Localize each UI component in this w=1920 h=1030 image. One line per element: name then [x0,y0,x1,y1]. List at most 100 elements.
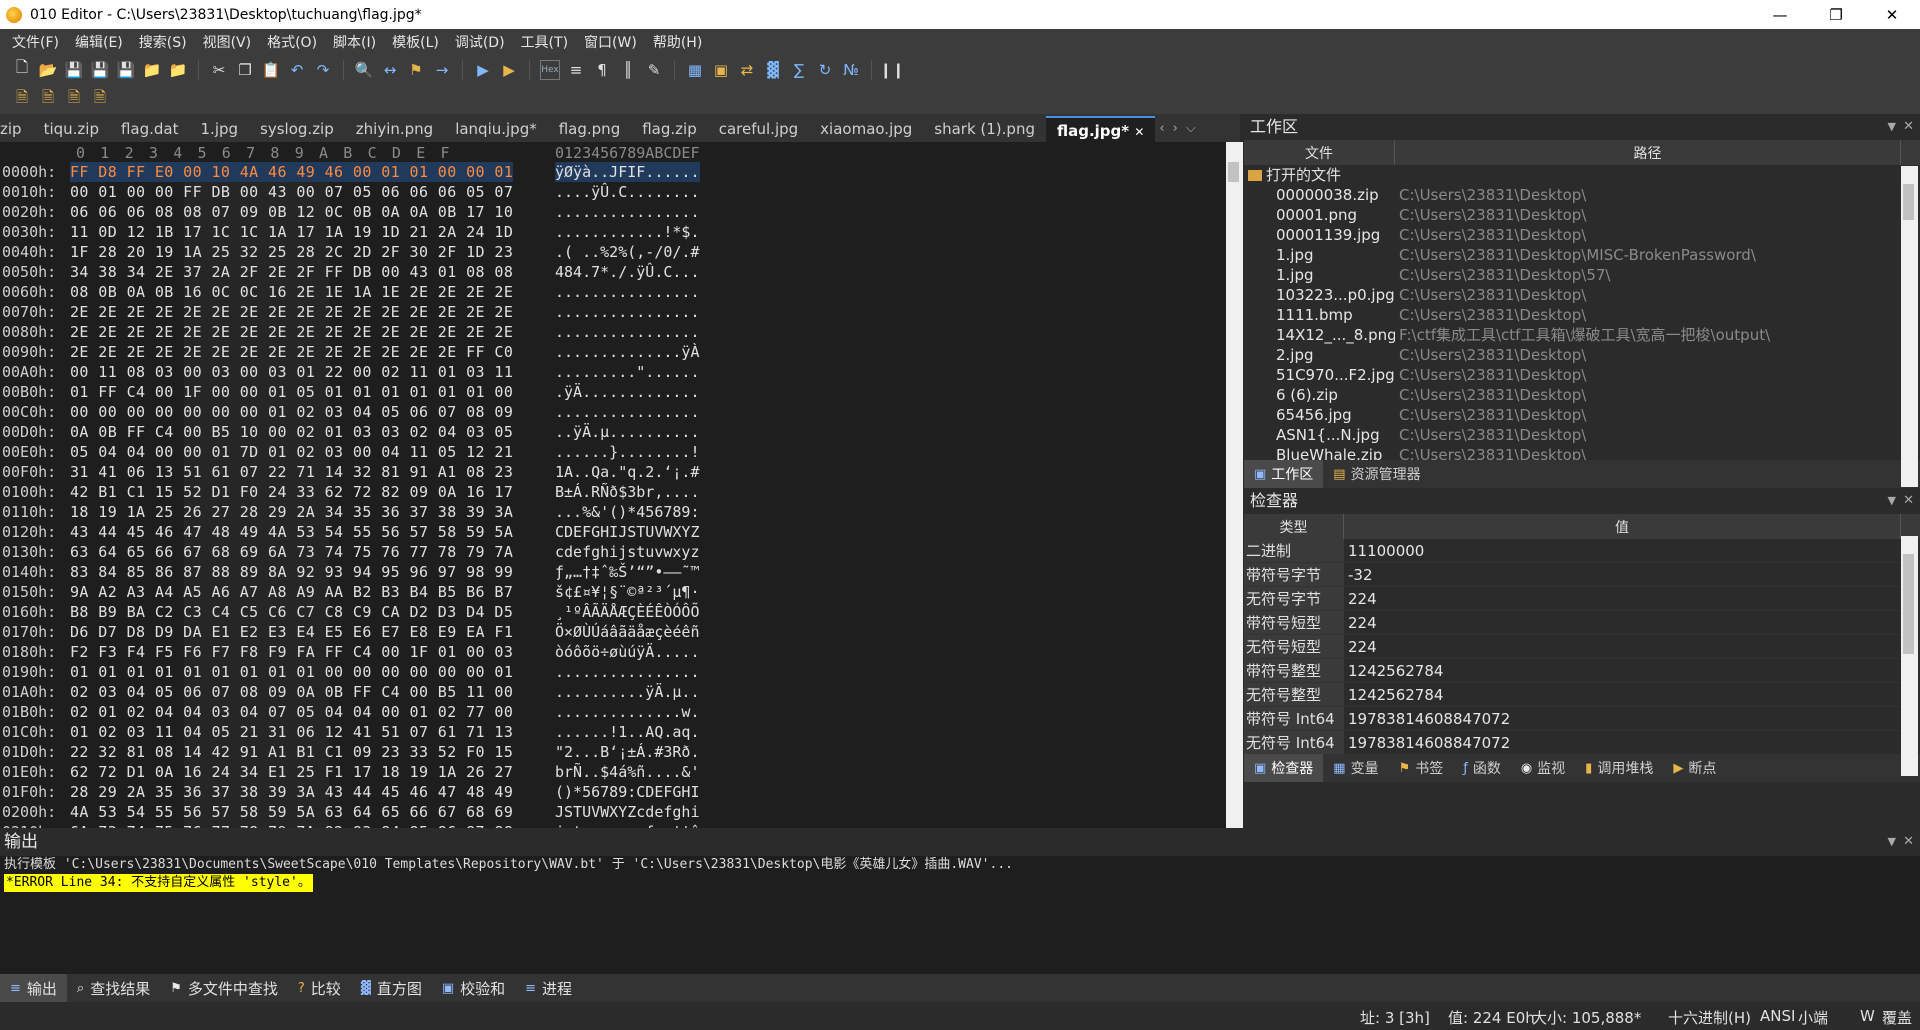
status-mode[interactable]: 十六进制(H) [1668,1007,1751,1028]
hex-ascii[interactable]: 484.7*./.ÿÛ.C... [555,262,700,282]
tab-checksum[interactable]: ▣ 校验和 [432,974,515,1002]
inspector-value[interactable]: 1242562784 [1344,659,1443,682]
hex-bytes[interactable]: 02 03 04 05 06 07 08 09 0A 0B FF C4 00 B… [70,682,513,702]
menu-tools[interactable]: 工具(T) [513,32,576,52]
hex-bytes[interactable]: 01 02 03 11 04 05 21 31 06 12 41 51 07 6… [70,722,513,742]
minimize-icon[interactable]: — [1752,0,1808,29]
inspector-row[interactable]: 带符号 Int64 19783814608847072 [1244,707,1920,731]
hex-bytes[interactable]: B8 B9 BA C2 C3 C4 C5 C6 C7 C8 C9 CA D2 D… [70,602,513,622]
template-icon[interactable]: 🗎 [64,88,84,109]
hex-mode-icon[interactable]: Hex [540,59,560,80]
hex-bytes[interactable]: 2E 2E 2E 2E 2E 2E 2E 2E 2E 2E 2E 2E 2E 2… [70,342,513,362]
workspace-file-item[interactable]: 65456.jpg C:\Users\23831\Desktop\ [1244,405,1920,425]
workspace-file-item[interactable]: 1.jpg C:\Users\23831\Desktop\MISC-BrokenP… [1244,245,1920,265]
workspace-file-item[interactable]: 103223...p0.jpg C:\Users\23831\Desktop\ [1244,285,1920,305]
hex-bytes[interactable]: 62 72 D1 0A 16 24 34 E1 25 F1 17 18 19 1… [70,762,513,782]
script-edit-icon[interactable]: 🗎 [38,88,58,109]
panel-close-icon[interactable]: ✕ [1903,828,1914,856]
panel-menu-icon[interactable]: ▼ [1888,488,1896,514]
tab-process[interactable]: ≡ 进程 [515,974,582,1002]
hex-ascii[interactable]: ()*56789:CDEFGHI [555,782,700,802]
hex-bytes[interactable]: 00 00 00 00 00 00 00 01 02 03 04 05 06 0… [70,402,513,422]
inspector-value[interactable]: 11100000 [1344,539,1424,562]
hex-bytes[interactable]: 34 38 34 2E 37 2A 2F 2E 2F FF DB 00 43 0… [70,262,513,282]
save-all-icon[interactable]: 💾 [116,60,136,80]
tab-file[interactable]: syslog.zip [249,116,345,142]
status-ins[interactable]: W [1860,1007,1875,1025]
inspector-row[interactable]: 无符号 Int64 19783814608847072 [1244,731,1920,754]
run-template-icon[interactable]: ▶ [473,60,493,80]
restore-icon[interactable]: ❐ [1808,0,1864,29]
hex-bytes[interactable]: D6 D7 D8 D9 DA E1 E2 E3 E4 E5 E6 E7 E8 E… [70,622,513,642]
conversion-icon[interactable]: ↻ [815,60,835,80]
hex-bytes[interactable]: 28 29 2A 35 36 37 38 39 3A 43 44 45 46 4… [70,782,513,802]
hex-bytes[interactable]: FF D8 FF E0 00 10 4A 46 49 46 00 01 01 0… [70,162,514,182]
tab-file[interactable]: xiaomao.jpg [809,116,923,142]
tab-inspector[interactable]: ▣ 检查器 [1244,754,1324,782]
hex-ascii[interactable]: ................ [555,202,700,222]
menu-window[interactable]: 窗口(W) [576,32,645,52]
hex-ascii[interactable]: ....ÿÛ.C........ [555,182,700,202]
tab-output[interactable]: ≡ 输出 [0,974,67,1002]
hex-ascii[interactable]: cdefghijstuvwxyz [555,542,700,562]
run-script-icon[interactable]: ▶ [499,60,519,80]
panel-close-icon[interactable]: ✕ [1903,488,1914,514]
workspace-file-item[interactable]: ASN1{...N.jpg C:\Users\23831\Desktop\ [1244,425,1920,445]
hex-ascii[interactable]: ................ [555,282,700,302]
menu-template[interactable]: 模板(L) [384,32,447,52]
tab-explorer[interactable]: ▤ 资源管理器 [1323,460,1430,488]
template-edit-icon[interactable]: 🗎 [90,88,110,109]
hex-ascii[interactable]: CDEFGHIJSTUVWXYZ [555,522,700,542]
workspace-file-item[interactable]: 00001.png C:\Users\23831\Desktop\ [1244,205,1920,225]
tab-file[interactable]: zip [0,116,33,142]
inspector-row[interactable]: 带符号字节 -32 [1244,563,1920,587]
tab-list-icon[interactable]: ⌵ [1182,116,1200,142]
tab-variables[interactable]: ▦ 变量 [1323,754,1388,782]
hex-bytes[interactable]: 02 01 02 04 04 03 04 07 05 04 04 00 01 0… [70,702,513,722]
tab-file[interactable]: lanqiu.jpg* [444,116,548,142]
hex-ascii[interactable]: JSTUVWXYZcdefghi [555,802,700,822]
status-encoding[interactable]: ANSI [1760,1007,1795,1025]
hex-ascii[interactable]: ƒ„…†‡ˆ‰Š’“”•–—˜™ [555,562,700,582]
hex-ascii[interactable]: ..............ÿÀ [555,342,700,362]
clipboard-icon[interactable]: ▣ [711,60,731,80]
inspector-row[interactable]: 无符号整型 1242562784 [1244,683,1920,707]
save-icon[interactable]: 💾 [64,60,84,80]
menu-search[interactable]: 搜索(S) [131,32,195,52]
hex-bytes[interactable]: 18 19 1A 25 26 27 28 29 2A 34 35 36 37 3… [70,502,513,522]
panel-menu-icon[interactable]: ▼ [1888,114,1896,140]
menu-format[interactable]: 格式(O) [259,32,325,52]
hex-bytes[interactable]: 06 06 06 08 08 07 09 0B 12 0C 0B 0A 0A 0… [70,202,513,222]
hex-ascii[interactable]: ..ÿÄ.µ.......... [555,422,700,442]
tab-breakpoint[interactable]: ▶ 断点 [1663,754,1726,782]
inspector-row[interactable]: 无符号字节 224 [1244,587,1920,611]
hex-bytes[interactable]: 22 32 81 08 14 42 91 A1 B1 C1 09 23 33 5… [70,742,513,762]
inspector-row[interactable]: 无符号短型 224 [1244,635,1920,659]
compare-icon[interactable]: ⇄ [737,60,757,80]
hex-ascii[interactable]: B±Á.RÑð$3br,.... [555,482,700,502]
inspector-value[interactable]: 224 [1344,611,1377,634]
save-as-icon[interactable]: 💾 [90,60,110,80]
hex-bytes[interactable]: 01 FF C4 00 1F 00 00 01 05 01 01 01 01 0… [70,382,513,402]
workspace-file-item[interactable]: 6 (6).zip C:\Users\23831\Desktop\ [1244,385,1920,405]
hex-ascii[interactable]: ......}........! [555,442,700,462]
replace-icon[interactable]: ↔ [380,60,400,80]
hex-ascii[interactable]: "2...B‘¡±Á.#3Rð. [555,742,700,762]
undo-icon[interactable]: ↶ [287,60,307,80]
col-value[interactable]: 值 [1344,514,1901,539]
histogram-icon[interactable]: ▓ [763,60,783,80]
hex-bytes[interactable]: 08 0B 0A 0B 16 0C 0C 16 2E 1E 1A 1E 2E 2… [70,282,513,302]
cut-icon[interactable]: ✂ [209,60,229,80]
hex-editor[interactable]: 0 1 2 3 4 5 6 7 8 9 A B C D E F 0123456789ABCDEF 0000h: F… [0,142,1226,828]
menu-edit[interactable]: 编辑(E) [67,32,131,52]
close-icon[interactable]: ✕ [1864,0,1920,29]
col-type[interactable]: 类型 [1244,514,1344,539]
hex-bytes[interactable]: 01 01 01 01 01 01 01 01 01 00 00 00 00 0… [70,662,513,682]
menu-script[interactable]: 脚本(I) [325,32,384,52]
new-file-icon[interactable]: 🗋 [12,58,32,80]
workspace-file-item[interactable]: 00001139.jpg C:\Users\23831\Desktop\ [1244,225,1920,245]
status-overwrite[interactable]: 覆盖 [1882,1007,1912,1028]
panel-close-icon[interactable]: ✕ [1903,114,1914,140]
tab-file[interactable]: flag.dat [110,116,190,142]
status-endian[interactable]: 小端 [1798,1007,1828,1028]
